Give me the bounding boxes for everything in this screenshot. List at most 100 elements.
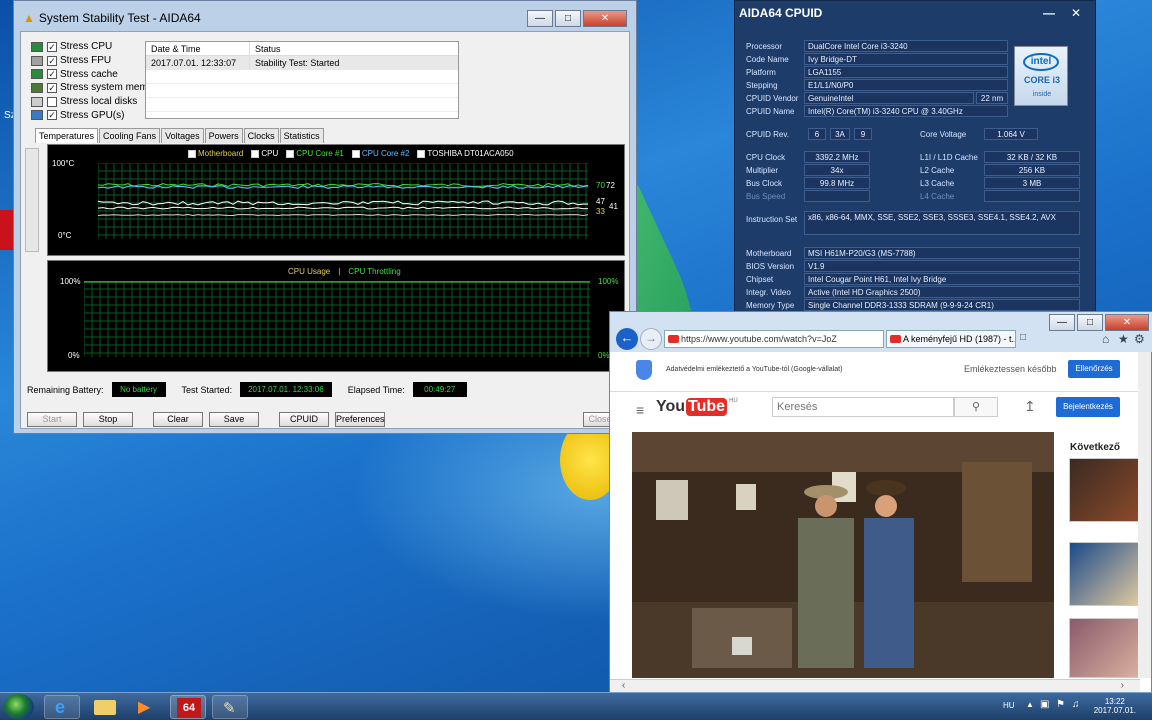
stress-memory-checkbox[interactable]: ✓ (47, 82, 57, 93)
legend-core2[interactable]: CPU Core #2 (351, 149, 409, 158)
tab-temperatures[interactable]: Temperatures (35, 128, 99, 143)
cache-icon (31, 69, 43, 80)
vertical-scrollbar[interactable] (1138, 352, 1151, 678)
flag-icon[interactable]: ⚑ (1056, 699, 1065, 710)
cpuid-close-button[interactable]: ✕ (1071, 6, 1081, 20)
next-video-thumb-1[interactable] (1069, 458, 1139, 522)
login-button[interactable]: Bejelentkezés (1056, 397, 1120, 417)
temp-value-cpu: 72 (606, 181, 615, 190)
start-button[interactable]: Start (27, 412, 77, 427)
browser-maximize-button[interactable]: □ (1077, 314, 1103, 331)
paint-icon: ✎ (223, 700, 236, 717)
search-input[interactable] (772, 397, 954, 417)
started-value: 2017.07.01. 12:33:06 (240, 382, 332, 397)
stress-memory-row[interactable]: ✓ Stress system memory (31, 81, 162, 95)
volume-icon[interactable]: ♫ (1072, 699, 1080, 710)
menu-hamburger-icon[interactable]: ≡ (636, 402, 644, 418)
stop-button[interactable]: Stop (83, 412, 133, 427)
tab-statistics[interactable]: Statistics (279, 128, 324, 143)
legend-cpu-usage: CPU Usage (288, 267, 331, 276)
language-indicator[interactable]: HU (1003, 701, 1015, 710)
cpuid-minimize-button[interactable]: — (1043, 6, 1055, 20)
log-row[interactable]: 2017.07.01. 12:33:07 Stability Test: Star… (146, 56, 458, 70)
settings-gear-icon[interactable]: ⚙ (1134, 332, 1145, 346)
temperature-graph: Motherboard CPU CPU Core #1 CPU Core #2 … (47, 144, 625, 256)
taskbar-paint[interactable]: ✎ (212, 695, 248, 719)
legend-core1[interactable]: CPU Core #1 (286, 149, 344, 158)
taskbar-aida64[interactable]: 64 (170, 695, 206, 719)
stress-cache-label: Stress cache (60, 68, 118, 80)
address-bar[interactable]: https://www.youtube.com/watch?v=JoZ (664, 330, 884, 348)
scroll-left-icon[interactable]: ‹ (622, 680, 625, 691)
legend-motherboard[interactable]: Motherboard (188, 149, 243, 158)
label-core-voltage: Core Voltage (920, 130, 967, 139)
new-tab-icon[interactable]: □ (1020, 332, 1026, 343)
value-vendor: GenuineIntel (804, 92, 974, 104)
stress-gpu-checkbox[interactable]: ✓ (47, 110, 57, 121)
tab-cooling-fans[interactable]: Cooling Fans (99, 128, 161, 143)
browser-minimize-button[interactable]: — (1049, 314, 1075, 331)
taskbar-ie[interactable]: e (44, 695, 80, 719)
value-l1: 32 KB / 32 KB (984, 151, 1080, 163)
next-video-thumb-2[interactable] (1069, 542, 1139, 606)
clear-button[interactable]: Clear (153, 412, 203, 427)
save-button[interactable]: Save (209, 412, 259, 427)
forward-arrow-icon[interactable]: → (640, 328, 662, 350)
clock[interactable]: 13:22 2017.07.01. (1094, 697, 1136, 715)
aida-body: ✓ Stress CPU ✓ Stress FPU ✓ Stress cache ✓ S… (20, 31, 630, 429)
favorites-star-icon[interactable]: ★ (1118, 332, 1129, 346)
status-log[interactable]: Date & Time Status 2017.07.01. 12:33:07 St… (145, 41, 459, 119)
aida64-icon: 64 (177, 698, 201, 718)
maximize-button[interactable]: □ (555, 9, 581, 27)
tab-powers[interactable]: Powers (204, 128, 243, 143)
youtube-favicon-icon (668, 335, 679, 343)
horizontal-scrollbar[interactable]: ‹ › (610, 679, 1140, 693)
taskbar-explorer[interactable] (86, 695, 122, 719)
taskbar-media-player[interactable]: ▶ (128, 695, 164, 719)
cpuid-button[interactable]: CPUID (279, 412, 329, 427)
cpuid-titlebar[interactable]: AIDA64 CPUID — ✕ (735, 1, 1095, 25)
review-button[interactable]: Ellenőrzés (1068, 360, 1120, 378)
stress-cpu-checkbox[interactable]: ✓ (47, 41, 57, 52)
search-button[interactable]: ⚲ (954, 397, 998, 417)
minimize-button[interactable]: — (527, 9, 553, 27)
label-motherboard: Motherboard (746, 249, 792, 258)
browser-close-button[interactable]: ✕ (1105, 314, 1149, 331)
stress-fpu-row[interactable]: ✓ Stress FPU (31, 54, 162, 68)
legend-toshiba[interactable]: TOSHIBA DT01ACA050 (417, 149, 514, 158)
home-icon[interactable]: ⌂ (1102, 332, 1109, 346)
temp-value-disk: 33 (596, 207, 605, 216)
youtube-logo[interactable]: You Tube HU (656, 398, 738, 416)
graph-scrollbar[interactable] (25, 148, 39, 252)
video-player[interactable] (632, 432, 1054, 678)
value-platform: LGA1155 (804, 66, 1008, 78)
stress-cpu-row[interactable]: ✓ Stress CPU (31, 40, 162, 54)
remind-later-link[interactable]: Emlékeztessen később (964, 364, 1057, 374)
network-icon[interactable]: ▣ (1040, 699, 1049, 710)
label-instruction-set: Instruction Set (746, 215, 798, 224)
preferences-button[interactable]: Preferences (335, 412, 385, 427)
next-video-thumb-3[interactable] (1069, 618, 1139, 678)
stress-cache-checkbox[interactable]: ✓ (47, 69, 57, 80)
usage-y-bottom-left: 0% (68, 351, 80, 360)
tray-up-icon[interactable]: ▲ (1026, 700, 1034, 709)
legend-cpu[interactable]: CPU (251, 149, 278, 158)
video-frame (632, 432, 1054, 678)
back-arrow-icon[interactable]: ← (616, 328, 638, 350)
log-header-status: Status (255, 44, 281, 54)
stress-fpu-checkbox[interactable]: ✓ (47, 55, 57, 66)
aida-titlebar[interactable]: ▲ System Stability Test - AIDA64 — □ ✕ (19, 6, 631, 30)
tab-voltages[interactable]: Voltages (161, 128, 204, 143)
start-button[interactable] (4, 694, 34, 720)
stress-disks-checkbox[interactable] (47, 96, 57, 107)
tab-clocks[interactable]: Clocks (243, 128, 279, 143)
browser-tab[interactable]: A keményfejű HD (1987) - t... (886, 330, 1016, 348)
stress-cache-row[interactable]: ✓ Stress cache (31, 67, 162, 81)
stress-options: ✓ Stress CPU ✓ Stress FPU ✓ Stress cache ✓ S… (31, 40, 162, 122)
close-button[interactable]: ✕ (583, 9, 627, 27)
upload-icon[interactable]: ↥ (1024, 398, 1036, 415)
stress-gpu-row[interactable]: ✓ Stress GPU(s) (31, 108, 162, 122)
scroll-right-icon[interactable]: › (1121, 680, 1124, 691)
stress-disks-row[interactable]: Stress local disks (31, 95, 162, 109)
memory-icon (31, 82, 43, 93)
